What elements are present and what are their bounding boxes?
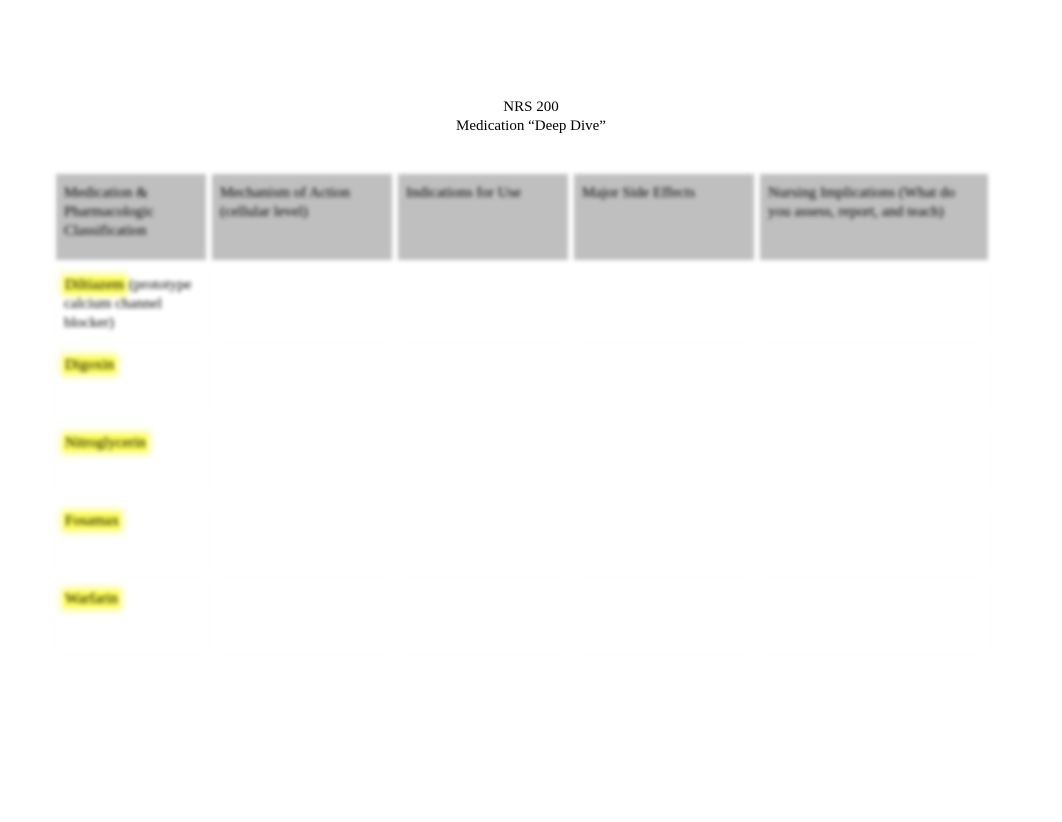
cell-nursing (760, 502, 988, 574)
cell-side-effects (574, 266, 754, 340)
cell-indications (398, 580, 568, 652)
cell-nursing (760, 346, 988, 418)
header-line-1: NRS 200 (0, 98, 1062, 117)
col-header-mechanism: Mechanism of Action (cellular level) (212, 174, 392, 260)
bottom-fade-overlay (0, 642, 1062, 822)
cell-side-effects (574, 346, 754, 418)
cell-nursing (760, 266, 988, 340)
med-name-highlight: Nitroglycerin (64, 435, 147, 451)
cell-indications (398, 266, 568, 340)
cell-mechanism (212, 502, 392, 574)
col-header-indications: Indications for Use (398, 174, 568, 260)
cell-medication: Nitroglycerin (56, 424, 206, 496)
med-name-highlight: Digoxin (64, 357, 115, 373)
cell-side-effects (574, 502, 754, 574)
col-header-side-effects: Major Side Effects (574, 174, 754, 260)
cell-mechanism (212, 346, 392, 418)
cell-mechanism (212, 266, 392, 340)
medication-table-wrap: Medication & Pharmacologic Classificatio… (50, 168, 985, 658)
cell-nursing (760, 424, 988, 496)
table-row: Digoxin (56, 346, 988, 418)
cell-indications (398, 424, 568, 496)
col-header-medication: Medication & Pharmacologic Classificatio… (56, 174, 206, 260)
cell-medication: Digoxin (56, 346, 206, 418)
table-row: Warfarin (56, 580, 988, 652)
cell-medication: Fosamax (56, 502, 206, 574)
table-row: Nitroglycerin (56, 424, 988, 496)
med-name-highlight: Fosamax (64, 513, 120, 529)
cell-medication: Warfarin (56, 580, 206, 652)
table-header-row: Medication & Pharmacologic Classificatio… (56, 174, 988, 260)
table-row: Diltiazem (prototype calcium channel blo… (56, 266, 988, 340)
cell-mechanism (212, 424, 392, 496)
cell-side-effects (574, 580, 754, 652)
document-header: NRS 200 Medication “Deep Dive” (0, 0, 1062, 136)
cell-indications (398, 502, 568, 574)
cell-side-effects (574, 424, 754, 496)
table-row: Fosamax (56, 502, 988, 574)
cell-mechanism (212, 580, 392, 652)
med-name-highlight: Diltiazem (64, 277, 125, 293)
cell-medication: Diltiazem (prototype calcium channel blo… (56, 266, 206, 340)
col-header-nursing: Nursing Implications (What do you assess… (760, 174, 988, 260)
medication-table: Medication & Pharmacologic Classificatio… (50, 168, 994, 658)
cell-nursing (760, 580, 988, 652)
med-name-highlight: Warfarin (64, 591, 119, 607)
cell-indications (398, 346, 568, 418)
header-line-2: Medication “Deep Dive” (0, 117, 1062, 136)
